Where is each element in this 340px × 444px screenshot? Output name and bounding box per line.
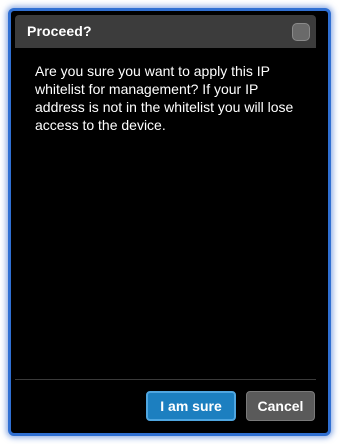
footer-divider bbox=[15, 379, 316, 380]
close-icon[interactable] bbox=[292, 23, 310, 41]
cancel-button[interactable]: Cancel bbox=[246, 391, 315, 421]
dialog-title: Proceed? bbox=[27, 23, 92, 39]
confirm-button[interactable]: I am sure bbox=[146, 391, 236, 421]
dialog-message: Are you sure you want to apply this IP w… bbox=[35, 63, 294, 133]
dialog-title-bar: Proceed? bbox=[15, 15, 316, 48]
